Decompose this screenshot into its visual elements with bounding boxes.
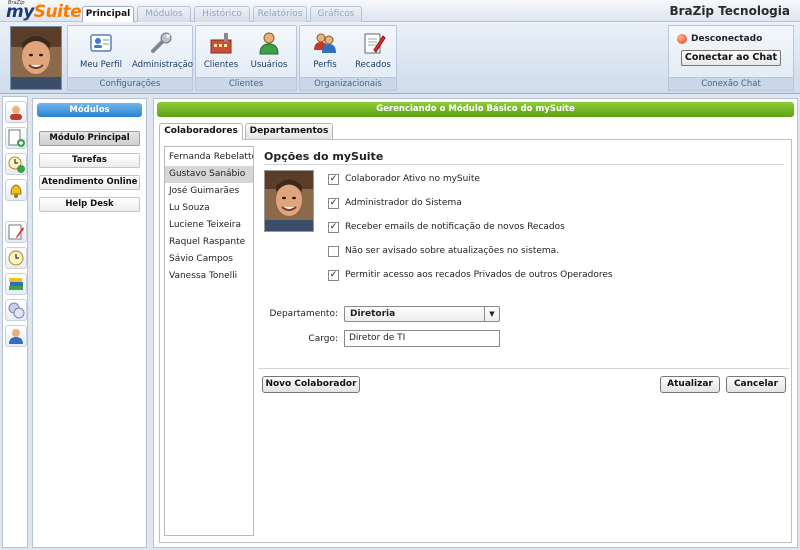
new-collaborator-button[interactable]: Novo Colaborador bbox=[262, 376, 360, 393]
meu-perfil-button[interactable]: Meu Perfil bbox=[72, 30, 130, 70]
recados-label: Recados bbox=[355, 60, 391, 70]
brand-name: BraZip Tecnologia bbox=[669, 4, 790, 18]
tab-content: Fernanda Rebelatto Gustavo Sanábio José … bbox=[159, 139, 792, 543]
factory-icon bbox=[210, 33, 232, 54]
checkbox[interactable]: ✓ bbox=[328, 222, 339, 233]
module-atendimento-online[interactable]: Atendimento Online bbox=[39, 175, 140, 190]
collaborator-photo bbox=[264, 170, 314, 232]
option-label: Não ser avisado sobre atualizações no si… bbox=[345, 246, 560, 256]
chat-bubbles-icon[interactable] bbox=[5, 299, 27, 321]
option-label: Administrador do Sistema bbox=[345, 198, 462, 208]
tab-graficos[interactable]: Gráficos bbox=[310, 6, 362, 22]
administracao-button[interactable]: Administração bbox=[132, 30, 193, 70]
group-label-chat: Conexão Chat bbox=[669, 77, 793, 90]
bell-icon[interactable] bbox=[5, 179, 27, 201]
chat-connection-panel: Desconectado Conectar ao Chat Conexão Ch… bbox=[668, 25, 794, 91]
group-label-organizacionais: Organizacionais bbox=[300, 77, 396, 90]
operator-icon[interactable] bbox=[5, 325, 27, 347]
checkbox[interactable]: ✓ bbox=[328, 198, 339, 209]
options-title: Opções do mySuite bbox=[264, 150, 384, 163]
department-value: Diretoria bbox=[350, 309, 396, 319]
modules-panel: Módulos Módulo Principal Tarefas Atendim… bbox=[32, 98, 147, 548]
edit-note-icon[interactable] bbox=[5, 221, 27, 243]
usuarios-button[interactable]: Usuários bbox=[240, 30, 298, 70]
list-item[interactable]: José Guimarães bbox=[165, 183, 253, 200]
list-item[interactable]: Sávio Campos bbox=[165, 251, 253, 268]
list-item[interactable]: Fernanda Rebelatto bbox=[165, 149, 253, 166]
tab-departamentos[interactable]: Departamentos bbox=[245, 123, 333, 139]
list-item[interactable]: Gustavo Sanábio bbox=[165, 166, 253, 183]
checkbox[interactable]: ✓ bbox=[328, 270, 339, 281]
tab-modulos[interactable]: Módulos bbox=[137, 6, 191, 22]
tab-colaboradores[interactable]: Colaboradores bbox=[159, 123, 243, 140]
option-label: Receber emails de notificação de novos R… bbox=[345, 222, 565, 232]
cancel-button[interactable]: Cancelar bbox=[726, 376, 786, 393]
checkbox[interactable] bbox=[328, 246, 339, 257]
group-clientes: Clientes Usuários Clientes bbox=[195, 25, 297, 91]
add-note-icon[interactable] bbox=[5, 127, 27, 149]
app-logo: BraZip mySuite bbox=[6, 0, 82, 22]
add-task-icon[interactable] bbox=[5, 153, 27, 175]
list-item[interactable]: Luciene Teixeira bbox=[165, 217, 253, 234]
clock-icon[interactable] bbox=[5, 247, 27, 269]
users-group-icon bbox=[314, 33, 336, 53]
main-header: Gerenciando o Módulo Básico do mySuite bbox=[157, 102, 794, 117]
divider bbox=[258, 368, 790, 369]
user-icon bbox=[259, 32, 279, 55]
perfis-label: Perfis bbox=[313, 60, 337, 70]
connect-chat-button[interactable]: Conectar ao Chat bbox=[681, 50, 781, 66]
top-bar: BraZip mySuite Principal Módulos Históri… bbox=[0, 0, 800, 23]
group-label-clientes: Clientes bbox=[196, 77, 296, 90]
module-help-desk[interactable]: Help Desk bbox=[39, 197, 140, 212]
meu-perfil-label: Meu Perfil bbox=[80, 60, 122, 70]
contacts-icon[interactable] bbox=[5, 101, 27, 123]
update-button[interactable]: Atualizar bbox=[660, 376, 720, 393]
tab-relatorios[interactable]: Relatórios bbox=[253, 6, 307, 22]
main-panel: Gerenciando o Módulo Básico do mySuite C… bbox=[153, 98, 798, 548]
recados-button[interactable]: Recados bbox=[344, 30, 402, 70]
clientes-label: Clientes bbox=[203, 60, 239, 70]
group-configuracoes: Meu Perfil Administração Configurações bbox=[67, 25, 193, 91]
logo-suffix: Suite bbox=[33, 2, 82, 22]
list-item[interactable]: Lu Souza bbox=[165, 200, 253, 217]
group-label-configuracoes: Configurações bbox=[68, 77, 192, 90]
option-label: Permitir acesso aos recados Privados de … bbox=[345, 270, 613, 280]
cargo-input[interactable]: Diretor de TI bbox=[344, 330, 500, 347]
ribbon-toolbar: Meu Perfil Administração Configurações C… bbox=[0, 22, 800, 94]
chevron-down-icon[interactable]: ▼ bbox=[484, 307, 499, 321]
cargo-label: Cargo: bbox=[308, 334, 338, 344]
user-avatar[interactable] bbox=[10, 26, 62, 90]
usuarios-label: Usuários bbox=[250, 60, 288, 70]
department-select[interactable]: Diretoria ▼ bbox=[344, 306, 500, 322]
divider bbox=[264, 164, 784, 165]
modules-header: Módulos bbox=[37, 103, 142, 117]
wrench-icon bbox=[151, 32, 172, 53]
administracao-label: Administração bbox=[132, 60, 193, 70]
tab-principal[interactable]: Principal bbox=[82, 6, 134, 23]
profile-card-icon bbox=[90, 34, 112, 52]
collaborators-list[interactable]: Fernanda Rebelatto Gustavo Sanábio José … bbox=[164, 146, 254, 536]
checkbox[interactable]: ✓ bbox=[328, 174, 339, 185]
department-label: Departamento: bbox=[269, 309, 338, 319]
status-dot-icon bbox=[677, 34, 687, 44]
quick-launch-bar bbox=[2, 96, 28, 548]
tab-historico[interactable]: Histórico bbox=[194, 6, 250, 22]
group-organizacionais: Perfis Recados Organizacionais bbox=[299, 25, 397, 91]
module-tarefas[interactable]: Tarefas bbox=[39, 153, 140, 168]
logo-prefix: my bbox=[6, 2, 34, 22]
chat-status-text: Desconectado bbox=[691, 34, 763, 44]
option-label: Colaborador Ativo no mySuite bbox=[345, 174, 480, 184]
notepad-icon bbox=[364, 33, 386, 54]
books-icon[interactable] bbox=[5, 273, 27, 295]
module-principal[interactable]: Módulo Principal bbox=[39, 131, 140, 146]
list-item[interactable]: Vanessa Tonelli bbox=[165, 268, 253, 285]
list-item[interactable]: Raquel Raspante bbox=[165, 234, 253, 251]
